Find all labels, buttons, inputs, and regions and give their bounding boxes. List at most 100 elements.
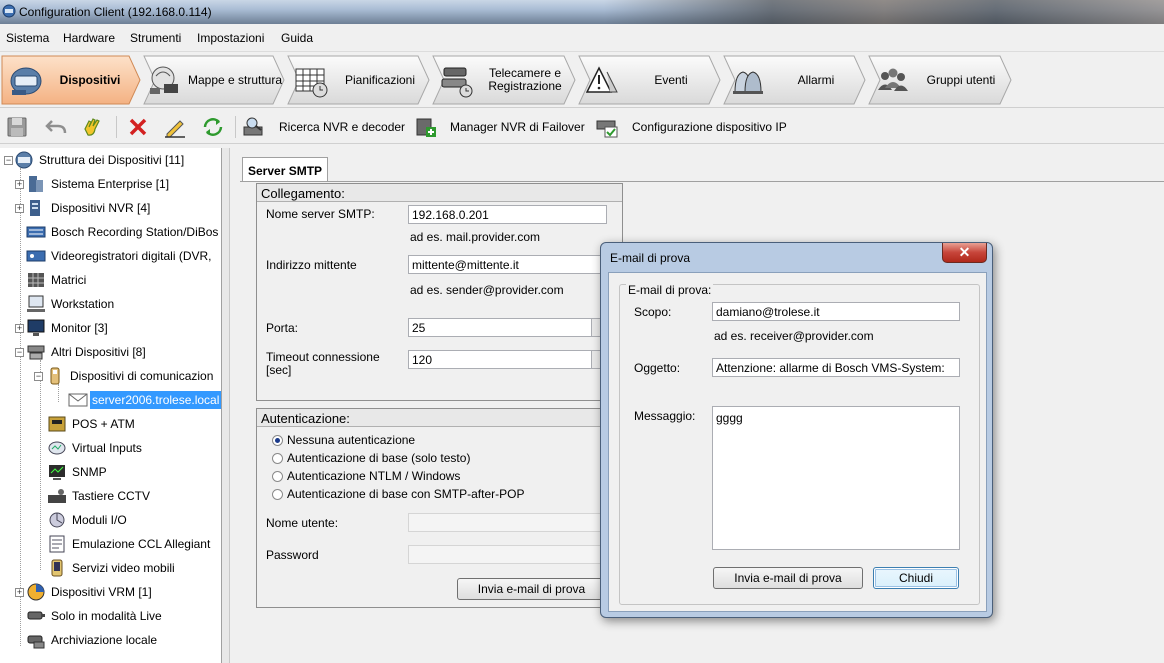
sender-hint: ad es. sender@provider.com — [410, 283, 564, 297]
rename-icon[interactable] — [163, 115, 187, 139]
expand-icon[interactable]: + — [15, 180, 24, 189]
tree-item[interactable]: + Monitor [3] — [15, 317, 108, 339]
message-label: Messaggio: — [634, 409, 696, 423]
menu-guida[interactable]: Guida — [281, 31, 313, 45]
hand-icon[interactable] — [80, 115, 104, 139]
undo-icon[interactable] — [44, 115, 68, 139]
tree-item[interactable]: POS + ATM — [47, 413, 135, 435]
alarms-icon — [733, 71, 763, 94]
tree-item[interactable]: Bosch Recording Station/DiBos — [26, 221, 218, 243]
message-textarea[interactable]: gggg — [712, 406, 960, 550]
sender-input[interactable]: mittente@mittente.it — [408, 255, 607, 274]
radio-indicator — [272, 488, 283, 500]
tree-item[interactable]: Servizi video mobili — [47, 557, 175, 579]
tree-item[interactable]: + Dispositivi VRM [1] — [15, 581, 152, 603]
dialog-send-test-button[interactable]: Invia e-mail di prova — [713, 567, 863, 589]
collapse-icon[interactable]: − — [15, 348, 24, 357]
menu-impostazioni[interactable]: Impostazioni — [197, 31, 264, 45]
tree-item[interactable]: Matrici — [26, 269, 86, 291]
enterprise-system-icon — [29, 176, 43, 192]
cameras-recording-icon — [441, 67, 473, 98]
smtp-server-label: Nome server SMTP: — [266, 207, 375, 221]
cctv-keyboard-icon — [48, 489, 66, 503]
toolbar-separator — [235, 116, 236, 138]
close-icon: ✕ — [958, 244, 971, 260]
tree-item[interactable]: Tastiere CCTV — [47, 485, 150, 507]
events-icon — [586, 66, 618, 93]
tree-item[interactable]: Videoregistratori digitali (DVR, — [26, 245, 212, 267]
to-input[interactable]: damiano@trolese.it — [712, 302, 960, 321]
tree-item[interactable]: SNMP — [47, 461, 107, 483]
tab-gruppi-utenti[interactable]: Gruppi utenti — [868, 55, 1012, 105]
tab-label: Eventi — [654, 72, 688, 87]
smtp-server-input[interactable]: 192.168.0.201 — [408, 205, 607, 224]
tree-item[interactable]: Solo in modalità Live — [26, 605, 162, 627]
ip-config-button[interactable]: Configurazione dispositivo IP — [632, 120, 787, 134]
expand-icon[interactable]: + — [15, 324, 24, 333]
tab-mappe-struttura[interactable]: Mappe e struttura — [143, 55, 285, 105]
auth-ntlm-radio[interactable]: Autenticazione NTLM / Windows — [272, 469, 460, 483]
radio-indicator — [272, 452, 283, 464]
tree-item[interactable]: Emulazione CCL Allegiant — [47, 533, 210, 555]
schedules-icon — [295, 68, 328, 98]
port-label: Porta: — [266, 321, 299, 335]
monitor-icon — [27, 319, 45, 336]
pos-atm-icon — [48, 416, 66, 432]
auth-basic-radio[interactable]: Autenticazione di base (solo testo) — [272, 451, 470, 465]
window-titlebar[interactable]: Configuration Client (192.168.0.114) — [0, 0, 1164, 24]
tree-item[interactable]: Virtual Inputs — [47, 437, 142, 459]
titlebar-background — [604, 0, 1164, 24]
ip-config-icon[interactable] — [595, 115, 619, 139]
tree-item[interactable]: + Dispositivi NVR [4] — [15, 197, 150, 219]
tab-pianificazioni[interactable]: Pianificazioni — [287, 55, 430, 105]
tree-item[interactable]: Archiviazione locale — [26, 629, 157, 651]
auth-none-radio[interactable]: Nessuna autenticazione — [272, 433, 415, 447]
vrm-icon — [27, 583, 45, 601]
scan-nvr-icon[interactable] — [242, 115, 266, 139]
toolbar-separator — [116, 116, 117, 138]
save-icon[interactable] — [5, 115, 29, 139]
failover-nvr-icon[interactable] — [414, 115, 438, 139]
collapse-icon[interactable]: − — [4, 156, 13, 165]
tab-dispositivi[interactable]: Dispositivi — [1, 55, 141, 105]
test-email-group-label: E-mail di prova: — [626, 283, 714, 297]
tree-item[interactable]: + Sistema Enterprise [1] — [15, 173, 169, 195]
tree-item[interactable]: − Dispositivi di comunicazion — [34, 365, 213, 387]
password-input[interactable] — [408, 545, 607, 564]
expand-icon[interactable]: + — [15, 204, 24, 213]
refresh-icon[interactable] — [201, 115, 225, 139]
device-tree[interactable]: − Struttura dei Dispositivi [11] + Siste… — [0, 148, 222, 663]
subject-input[interactable]: Attenzione: allarme di Bosch VMS-System: — [712, 358, 960, 377]
dvr-icon — [26, 250, 46, 262]
port-input[interactable]: 25 — [408, 318, 592, 337]
send-test-email-button[interactable]: Invia e-mail di prova — [457, 578, 606, 600]
tree-item-selected[interactable]: server2006.trolese.local — [68, 389, 221, 411]
tree-item[interactable]: Moduli I/O — [47, 509, 127, 531]
tab-telecamere-registrazione[interactable]: Telecamere e Registrazione — [432, 55, 576, 105]
menu-strumenti[interactable]: Strumenti — [130, 31, 181, 45]
tree-root[interactable]: − Struttura dei Dispositivi [11] — [4, 149, 184, 171]
tree-item[interactable]: Workstation — [26, 293, 114, 315]
menu-sistema[interactable]: Sistema — [6, 31, 49, 45]
auth-smtp-after-pop-radio[interactable]: Autenticazione di base con SMTP-after-PO… — [272, 487, 524, 501]
ccl-emulation-icon — [49, 535, 65, 553]
dialog-close-text-button[interactable]: Chiudi — [873, 567, 959, 589]
collapse-icon[interactable]: − — [34, 372, 43, 381]
tab-allarmi[interactable]: Allarmi — [723, 55, 866, 105]
user-groups-icon — [878, 68, 908, 91]
timeout-input[interactable]: 120 — [408, 350, 592, 369]
menu-hardware[interactable]: Hardware — [63, 31, 115, 45]
mail-server-icon — [68, 393, 88, 407]
failover-manager-button[interactable]: Manager NVR di Failover — [450, 120, 585, 134]
tab-label: Gruppi utenti — [926, 72, 996, 87]
username-input[interactable] — [408, 513, 607, 532]
expand-icon[interactable]: + — [15, 588, 24, 597]
tree-item[interactable]: − Altri Dispositivi [8] — [15, 341, 146, 363]
dialog-close-button[interactable]: ✕ — [942, 243, 987, 263]
tree-scrollbar[interactable] — [222, 148, 230, 663]
tab-eventi[interactable]: Eventi — [578, 55, 721, 105]
tab-smtp-server[interactable]: Server SMTP — [242, 157, 328, 182]
scan-nvr-button[interactable]: Ricerca NVR e decoder — [279, 120, 405, 134]
radio-indicator — [272, 434, 283, 446]
delete-icon[interactable] — [126, 115, 150, 139]
